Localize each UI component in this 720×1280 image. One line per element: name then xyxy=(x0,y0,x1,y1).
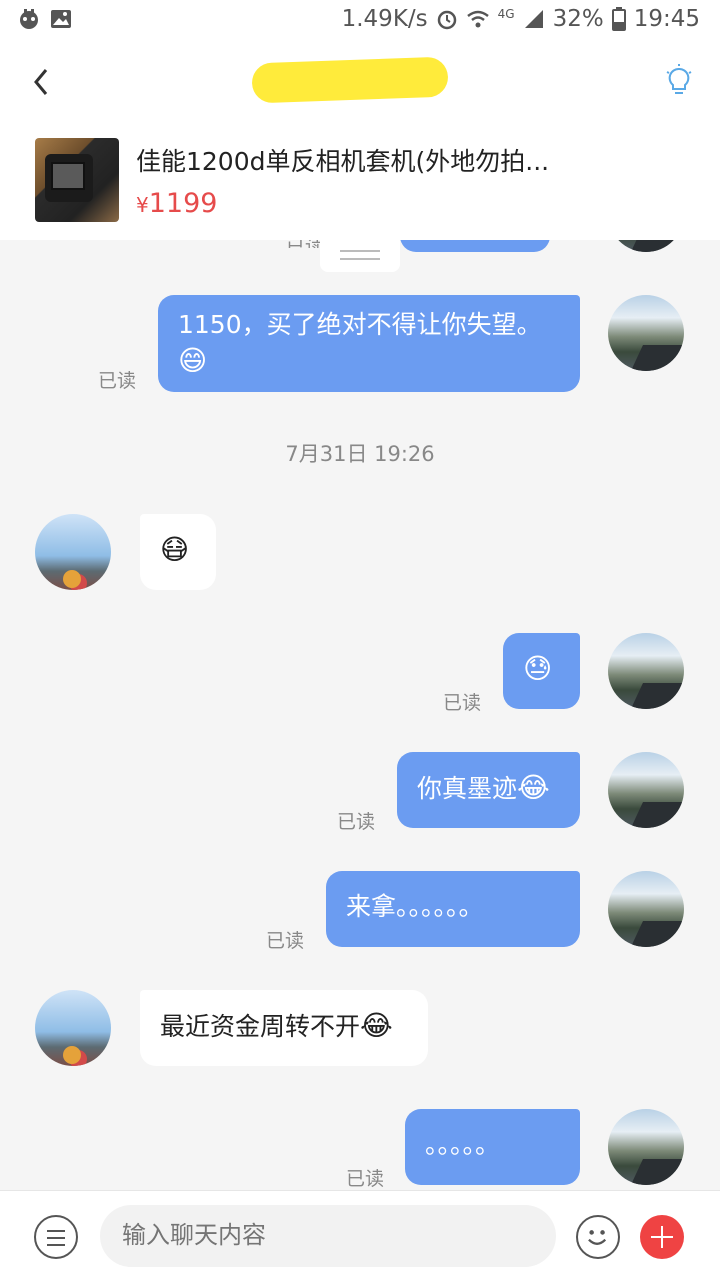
redacted-contact-name xyxy=(251,56,449,104)
product-price: ¥1199 xyxy=(136,188,218,219)
read-status: 已读 xyxy=(286,240,324,248)
message-list[interactable]: 已读 1150，买了绝对不得让你失望。😄 已读 7月31日 19:26 😷 😓 … xyxy=(0,240,720,1190)
my-avatar[interactable] xyxy=(608,871,684,947)
my-avatar[interactable] xyxy=(608,1109,684,1185)
message-bubble[interactable]: 1150，买了绝对不得让你失望。 😄 xyxy=(158,295,580,392)
signal-icon xyxy=(524,10,543,28)
lightbulb-icon[interactable] xyxy=(664,64,694,100)
message-bubble[interactable]: 来拿。。。。。。 xyxy=(326,871,580,947)
back-arrow-icon[interactable] xyxy=(28,64,54,100)
chat-header xyxy=(0,42,720,124)
contact-avatar[interactable] xyxy=(35,990,111,1066)
plus-icon[interactable] xyxy=(640,1215,684,1259)
read-status: 已读 xyxy=(443,692,482,714)
sweat-emoji: 😓 xyxy=(523,652,553,685)
message-bubble[interactable]: 😷 xyxy=(140,514,216,590)
tears-of-joy-emoji: 😂 xyxy=(360,1009,393,1042)
gallery-icon xyxy=(51,10,71,28)
mask-emoji: 😷 xyxy=(160,533,190,566)
my-avatar[interactable] xyxy=(608,752,684,828)
message-bubble[interactable]: 最近资金周转不开😂 xyxy=(140,990,428,1066)
my-avatar[interactable] xyxy=(608,240,684,252)
battery-percent: 32% xyxy=(552,6,604,32)
message-bubble[interactable]: 。。。。。 xyxy=(405,1109,580,1185)
status-bar: 1.49K/s 4G 32% 19:45 xyxy=(0,0,720,42)
menu-icon[interactable] xyxy=(34,1215,78,1259)
message-bubble[interactable]: 你真墨迹😂 xyxy=(397,752,580,828)
emoji-icon[interactable] xyxy=(576,1215,620,1259)
read-status: 已读 xyxy=(98,370,137,392)
collapse-handle[interactable] xyxy=(320,240,400,272)
alarm-icon xyxy=(437,10,456,30)
message-bubble-partial xyxy=(400,240,550,252)
network-speed: 1.49K/s xyxy=(341,6,428,32)
timestamp: 7月31日 19:26 xyxy=(285,442,435,466)
read-status: 已读 xyxy=(266,930,305,952)
my-avatar[interactable] xyxy=(608,295,684,371)
network-type: 4G xyxy=(497,7,515,21)
contact-avatar[interactable] xyxy=(35,514,111,590)
product-card[interactable]: 佳能1200d单反相机套机(外地勿拍... ¥1199 xyxy=(0,124,720,240)
message-input[interactable] xyxy=(100,1205,556,1267)
read-status: 已读 xyxy=(337,811,376,833)
wifi-icon xyxy=(466,10,489,28)
product-thumbnail xyxy=(35,138,119,222)
my-avatar[interactable] xyxy=(608,633,684,709)
battery-icon xyxy=(611,7,626,31)
message-bubble[interactable]: 😓 xyxy=(503,633,580,709)
input-bar xyxy=(0,1190,720,1280)
read-status: 已读 xyxy=(346,1168,385,1190)
grin-emoji: 😄 xyxy=(178,344,208,377)
tears-of-joy-emoji: 😂 xyxy=(517,771,550,804)
clock: 19:45 xyxy=(633,6,700,32)
product-title: 佳能1200d单反相机套机(外地勿拍... xyxy=(136,147,550,176)
app-notification-icon xyxy=(20,9,38,29)
